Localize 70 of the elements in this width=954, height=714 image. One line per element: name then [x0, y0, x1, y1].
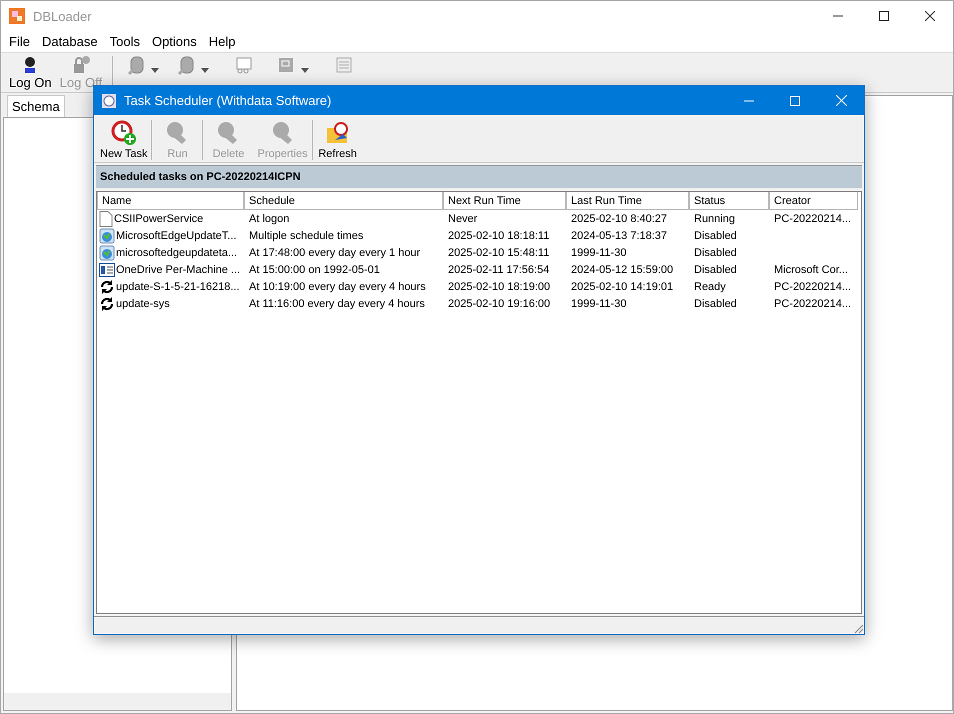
table-cell-text: Ready — [693, 280, 727, 294]
maximize-icon — [879, 11, 889, 21]
column-header[interactable]: Schedule — [244, 192, 443, 210]
close-icon — [836, 95, 846, 106]
table-cell-text: Never — [447, 212, 478, 226]
table-cell-text: 2025-02-10 19:16:00 — [447, 296, 552, 312]
table-cell-text: At 17:48:00 every day every 1 hour — [248, 246, 422, 260]
table-cell-text: 2025-02-10 18:19:00 — [447, 280, 552, 294]
table-cell: update-sys — [116, 298, 170, 310]
table-cell: CSIIPowerService — [114, 212, 204, 224]
table-cell-text: Microsoft Cor... — [773, 262, 849, 278]
list-icon — [335, 56, 354, 74]
table-cell-text: 2024-05-12 15:59:00 — [570, 262, 674, 278]
table-cell-text: PC-20220214... — [773, 280, 852, 294]
dialog-title: Task Scheduler (Withdata Software) — [124, 93, 332, 108]
menu-item[interactable]: Help — [202, 34, 242, 49]
resize-grip-icon[interactable] — [852, 622, 864, 634]
column-header[interactable]: Last Run Time — [566, 192, 689, 210]
toolbar-button[interactable]: Log On — [5, 56, 56, 90]
table-cell-text: At 10:19:00 every day every 4 hours — [248, 280, 427, 294]
table-cell-text: Disabled — [693, 296, 738, 312]
sync-icon — [99, 278, 115, 294]
table-cell-text: Disabled — [693, 246, 738, 260]
menu-item[interactable]: File — [3, 34, 36, 49]
column-header[interactable]: Status — [689, 192, 769, 210]
table-cell-text: Running — [693, 212, 736, 226]
table-cell-text: 2025-02-11 17:56:54 — [447, 262, 550, 278]
window-title: DBLoader — [33, 8, 92, 24]
windows-icon — [277, 56, 296, 74]
table-cell: OneDrive Per-Machine ... — [116, 264, 240, 276]
table-cell-text: At 15:00:00 on 1992-05-01 — [248, 262, 381, 278]
toolbar-button[interactable]: New Task — [96, 120, 152, 160]
table-cell-text: PC-20220214... — [773, 212, 852, 226]
menu-item[interactable]: Tools — [104, 34, 146, 49]
table-cell: MicrosoftEdgeUpdateT... — [116, 230, 236, 242]
sync-icon — [99, 296, 115, 312]
table-cell-text: 2025-02-10 8:40:27 — [570, 212, 668, 226]
horizontal-scrollbar[interactable] — [4, 693, 231, 710]
column-header[interactable]: Creator — [769, 192, 858, 210]
table-cell-text: Multiple schedule times — [248, 228, 364, 244]
query-icon — [235, 56, 254, 74]
app-logo-icon — [9, 8, 25, 24]
table-cell-text: PC-20220214... — [773, 296, 852, 312]
clock-add-icon — [110, 120, 137, 146]
database-icon — [177, 56, 196, 76]
database-icon — [127, 56, 146, 76]
table-cell-text: 2024-05-13 7:18:37 — [570, 228, 668, 244]
table-cell: update-S-1-5-21-16218... — [116, 280, 240, 292]
table-cell-text: 2025-02-10 18:18:11 — [447, 228, 550, 244]
toolbar-button[interactable]: Refresh — [312, 120, 363, 160]
table-cell: microsoftedgeupdateta... — [116, 246, 238, 258]
table-cell-text: At 11:16:00 every day every 4 hours — [248, 296, 426, 312]
table-cell-text: 2025-02-10 15:48:11 — [447, 246, 550, 260]
lock-icon — [72, 56, 90, 74]
menu-item[interactable]: Options — [146, 34, 203, 49]
window-icon — [99, 262, 115, 276]
folder-clock-icon — [324, 120, 351, 146]
table-cell-text: 2025-02-10 14:19:01 — [570, 280, 674, 294]
close-icon — [925, 11, 935, 21]
panel-tab[interactable]: Schema — [7, 95, 65, 117]
table-cell-text: At logon — [248, 212, 290, 226]
table-cell-text: Disabled — [693, 228, 738, 244]
menu-item[interactable]: Database — [36, 34, 104, 49]
table-cell-text: Disabled — [693, 262, 738, 278]
section-heading: Scheduled tasks on PC-20220214ICPN — [96, 165, 862, 188]
maximize-icon — [790, 96, 800, 106]
file-icon — [99, 210, 113, 226]
column-header[interactable]: Next Run Time — [443, 192, 566, 210]
table-cell-text: 1999-11-30 — [570, 296, 628, 312]
table-cell-text: 1999-11-30 — [570, 246, 628, 260]
